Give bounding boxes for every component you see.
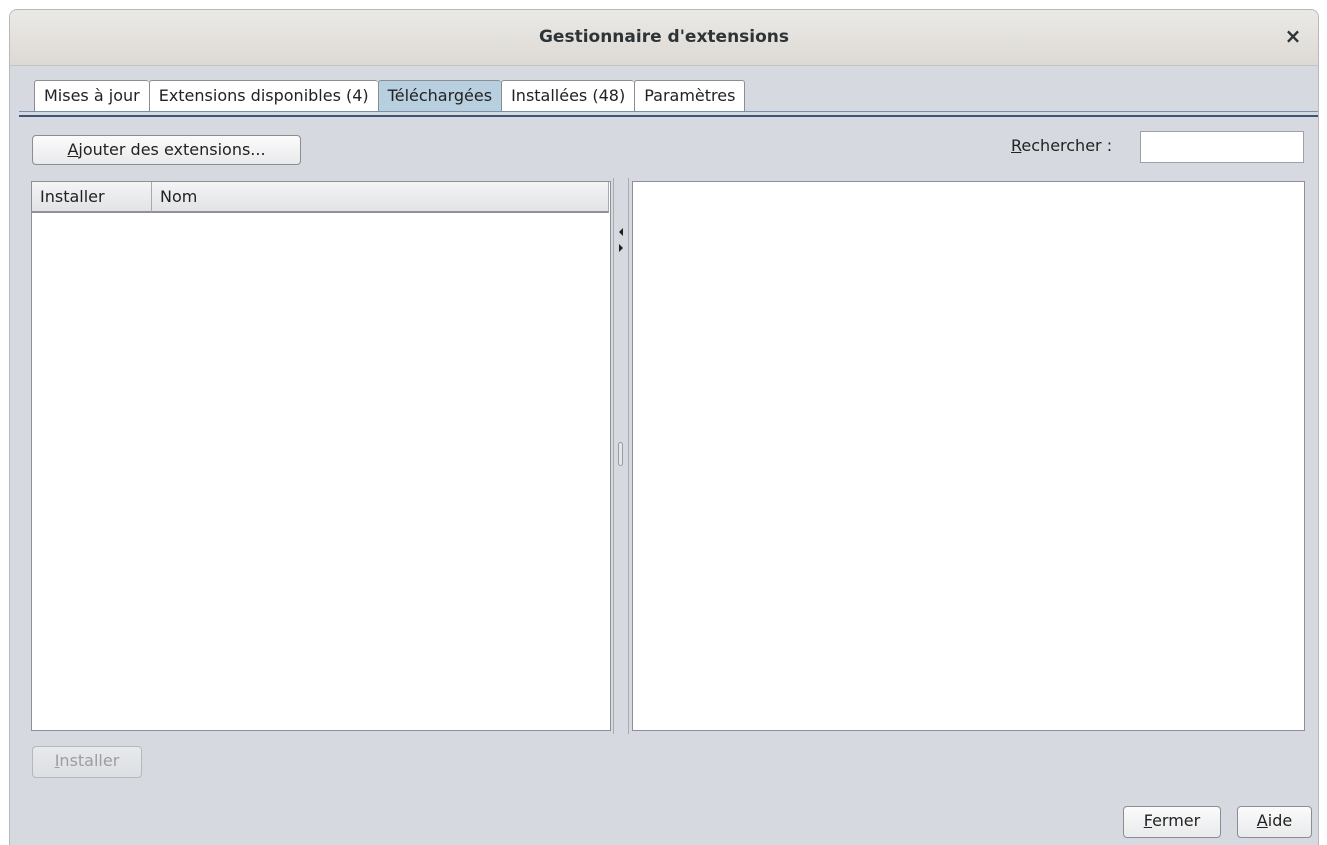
search-input[interactable] <box>1140 131 1304 163</box>
tab-divider <box>19 111 1318 112</box>
splitter-edge <box>613 178 614 734</box>
tab-bar: Mises à jour Extensions disponibles (4) … <box>34 80 746 112</box>
tab-settings[interactable]: Paramètres <box>634 80 746 111</box>
close-button[interactable]: Fermer <box>1123 806 1221 838</box>
tab-downloaded[interactable]: Téléchargées <box>377 80 502 111</box>
extension-details-pane <box>632 181 1305 731</box>
splitter-edge <box>628 178 629 734</box>
title-bar[interactable]: Gestionnaire d'extensions × <box>10 10 1318 66</box>
install-button[interactable]: Installer <box>32 746 142 778</box>
column-header-install[interactable]: Installer <box>32 182 152 213</box>
tab-installed[interactable]: Installées (48) <box>501 80 635 111</box>
arrow-left-icon[interactable] <box>619 228 623 236</box>
extension-manager-window: Gestionnaire d'extensions × Mises à jour… <box>9 9 1319 845</box>
table-header: Installer Nom <box>32 182 610 213</box>
close-icon[interactable]: × <box>1282 24 1304 48</box>
help-button[interactable]: Aide <box>1237 806 1312 838</box>
tab-divider-accent <box>19 115 1318 117</box>
tab-available-extensions[interactable]: Extensions disponibles (4) <box>148 80 378 111</box>
tab-updates[interactable]: Mises à jour <box>34 80 149 111</box>
add-extensions-button[interactable]: Ajouter des extensions... <box>32 135 301 165</box>
arrow-right-icon[interactable] <box>619 244 623 252</box>
extensions-table[interactable]: Installer Nom <box>31 181 611 731</box>
column-header-name[interactable]: Nom <box>152 182 609 213</box>
window-title: Gestionnaire d'extensions <box>538 27 790 47</box>
search-label: Rechercher : <box>1011 136 1113 155</box>
splitter-grip-icon[interactable] <box>618 442 623 466</box>
